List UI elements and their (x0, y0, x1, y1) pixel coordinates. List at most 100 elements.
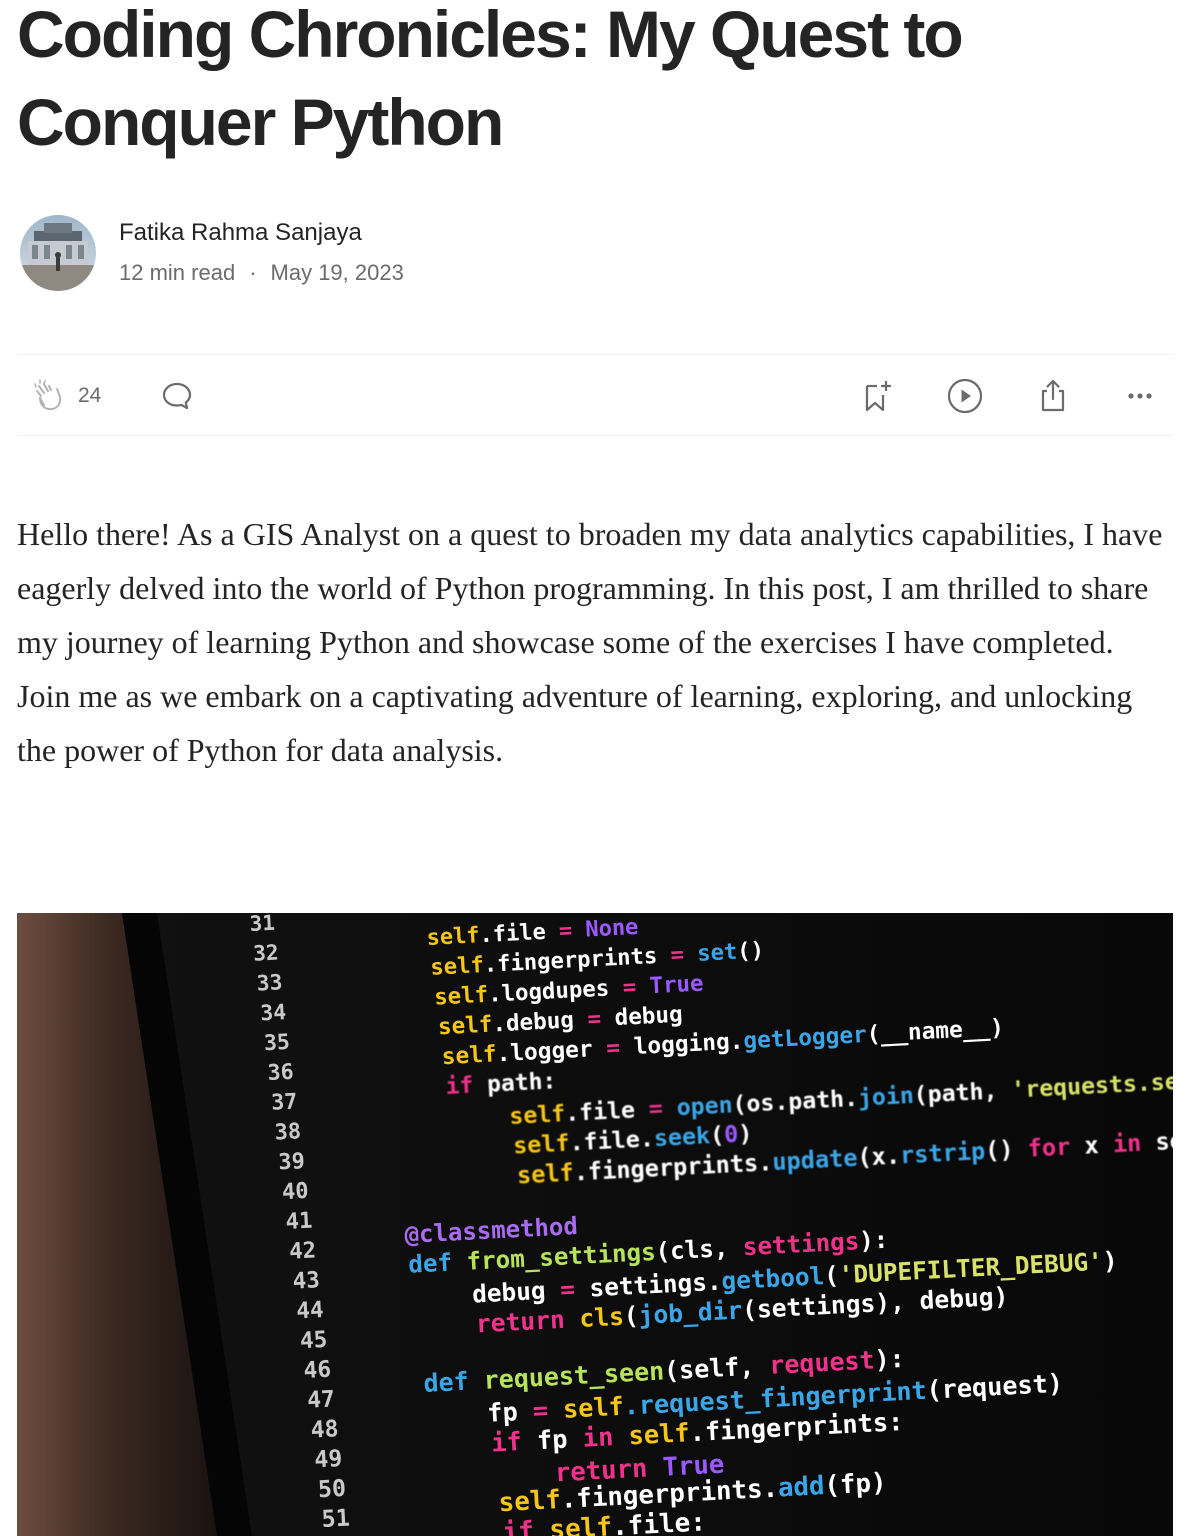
code-token: for (1027, 1132, 1085, 1163)
code-token: = (573, 1005, 615, 1033)
listen-button[interactable] (945, 355, 985, 437)
code-token: x (1084, 1130, 1114, 1159)
line-number: 46 (303, 1357, 332, 1384)
code-token: True (649, 971, 704, 1000)
code-token: join (857, 1082, 914, 1112)
line-number: 36 (267, 1060, 294, 1086)
comment-icon (162, 382, 192, 410)
code-token: (path, (913, 1077, 1012, 1109)
code-token: self (430, 952, 485, 981)
code-token: None (585, 915, 639, 943)
save-button[interactable] (860, 355, 896, 437)
comment-button[interactable] (160, 355, 194, 437)
line-number: 38 (274, 1119, 302, 1145)
code-token: if (445, 1072, 488, 1100)
avatar-photo-icon (20, 215, 96, 291)
author-avatar[interactable] (20, 215, 96, 291)
hero-image: 31 32 33 34 35 36 37 38 39 40 41 42 43 44 45 46 47 48 49 50… (17, 913, 1173, 1536)
code-token: self (498, 1485, 562, 1518)
more-icon (1128, 393, 1152, 399)
code-token: getbool (721, 1261, 825, 1295)
code-token: add (777, 1471, 825, 1503)
code-token: .file (479, 920, 546, 948)
article-meta: 12 min read · May 19, 2023 (119, 259, 404, 287)
code-screen-photo: 31 32 33 34 35 36 37 38 39 40 4142 43 44 45 4647 48 4950… (17, 913, 1173, 1536)
code-token: if (490, 1425, 537, 1457)
code-token: = (657, 941, 698, 969)
code-token: update (772, 1144, 859, 1176)
line-number: 33 (256, 970, 283, 996)
clap-count: 24 (78, 384, 102, 407)
line-number: 31 (249, 913, 276, 936)
meta-separator: · (249, 260, 257, 285)
article-title: Coding Chronicles: My Quest to Conquer P… (17, 0, 964, 159)
code-token: in (582, 1420, 629, 1452)
code-token: set (697, 939, 738, 967)
code-token: (cls, (655, 1233, 744, 1266)
author-row: Fatika Rahma Sanjaya 12 min read · May 1… (20, 214, 404, 292)
code-token: self (426, 923, 480, 951)
line-number: 50 (317, 1475, 346, 1503)
code-token: ( (623, 1301, 639, 1331)
code-token: self (441, 1041, 497, 1070)
article-page: Coding Chronicles: My Quest to Conquer P… (0, 0, 1186, 1536)
read-time: 12 min read (119, 260, 236, 285)
code-token: debug (471, 1276, 546, 1309)
clap-button[interactable] (31, 355, 67, 437)
code-token: = (545, 1273, 591, 1304)
code-token: def (423, 1366, 485, 1398)
line-number: 48 (310, 1416, 339, 1443)
code-token: fp (536, 1423, 583, 1455)
author-name[interactable]: Fatika Rahma Sanjaya (119, 217, 404, 249)
code-token: self (434, 982, 489, 1011)
code-token: request (769, 1345, 876, 1379)
code-token: debug (614, 1002, 683, 1032)
code-token: = (517, 1395, 564, 1426)
code-token: (self, (663, 1351, 770, 1385)
code-token: self (516, 1158, 574, 1189)
code-token: = (545, 918, 586, 945)
line-number: 41 (285, 1208, 313, 1235)
code-token: self (509, 1100, 566, 1130)
line-number: 44 (296, 1297, 324, 1324)
code-token: = (609, 973, 651, 1001)
line-number: 51 (321, 1504, 351, 1533)
line-number: 45 (299, 1327, 328, 1354)
code-token: = (634, 1094, 677, 1123)
code-token: ( (709, 1121, 725, 1150)
code-token: if (502, 1516, 550, 1536)
code-token: .file. (569, 1124, 655, 1156)
code-token: ): (858, 1226, 889, 1255)
code-token: in (1112, 1128, 1156, 1158)
code-token: ) (738, 1119, 754, 1148)
code-token: (fp) (824, 1468, 888, 1501)
code-token: .logger (496, 1036, 593, 1067)
line-number: 37 (271, 1089, 298, 1115)
share-button[interactable] (1035, 355, 1071, 437)
code-token: ) (1102, 1246, 1118, 1276)
code-token: self (562, 1392, 624, 1424)
line-number: 39 (278, 1149, 306, 1175)
line-number: 49 (314, 1446, 343, 1473)
code-token: job_dir (638, 1295, 743, 1329)
share-icon (1041, 379, 1065, 412)
author-meta: Fatika Rahma Sanjaya 12 min read · May 1… (119, 217, 404, 287)
clap-icon (34, 379, 62, 411)
code-token: self (549, 1512, 613, 1536)
code-token: rstrip (899, 1137, 986, 1169)
play-icon (947, 378, 983, 414)
code-token: .file: (611, 1507, 706, 1536)
code-token: cls (579, 1302, 625, 1333)
article-body-paragraph: Hello there! As a GIS Analyst on a quest… (17, 516, 1163, 768)
code-token: def (408, 1248, 468, 1279)
code-token: ): (874, 1344, 906, 1375)
code-token: seek (653, 1121, 711, 1152)
code-token: .file (564, 1096, 635, 1127)
line-number: 43 (292, 1267, 320, 1294)
code-token: fp (487, 1397, 519, 1428)
line-number: 42 (289, 1237, 317, 1264)
bookmark-add-icon (865, 381, 891, 412)
more-button[interactable] (1123, 355, 1157, 437)
code-token: () (984, 1135, 1028, 1165)
line-number: 35 (263, 1030, 290, 1056)
